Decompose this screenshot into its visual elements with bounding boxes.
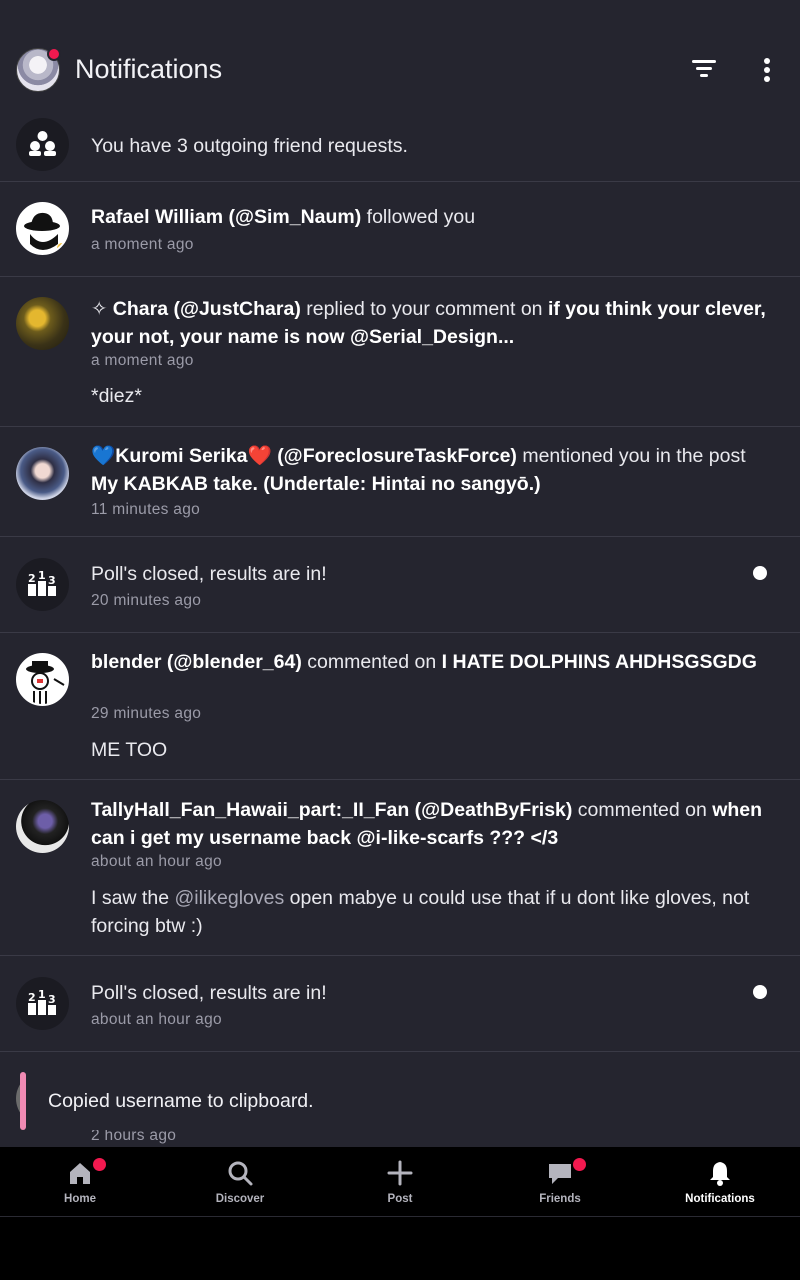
profile-notification-dot <box>47 47 61 61</box>
svg-text:2: 2 <box>28 991 36 1004</box>
svg-text:3: 3 <box>48 993 56 1006</box>
filter-icon[interactable] <box>690 56 718 80</box>
poll-icon: 2 1 3 <box>16 977 69 1030</box>
svg-text:3: 3 <box>48 574 56 587</box>
nav-post-label: Post <box>387 1193 413 1205</box>
user-avatar[interactable] <box>16 447 69 500</box>
notification-time: 20 minutes ago <box>91 592 202 609</box>
notification-text: TallyHall_Fan_Hawaii_part:_II_Fan (@Deat… <box>91 796 771 852</box>
notification-text: 💙Kuromi Serika❤️ (@ForeclosureTaskForce)… <box>91 442 771 498</box>
toast-accent-bar <box>20 1072 26 1130</box>
notification-time: a moment ago <box>91 352 194 369</box>
notification-item[interactable]: blender (@blender_64) commented on I HAT… <box>0 633 800 780</box>
user-avatar[interactable] <box>16 202 69 255</box>
notification-time: about an hour ago <box>91 1011 222 1028</box>
nav-discover-label: Discover <box>215 1193 265 1205</box>
nav-friends[interactable]: Friends <box>480 1147 640 1217</box>
notification-text: blender (@blender_64) commented on I HAT… <box>91 648 771 676</box>
page-title: Notifications <box>75 54 223 84</box>
toast-message: Copied username to clipboard. <box>48 1090 314 1112</box>
notification-item[interactable]: Rafael William (@Sim_Naum) followed you … <box>0 182 800 277</box>
svg-text:1: 1 <box>38 988 46 1001</box>
friend-requests-row[interactable]: You have 3 outgoing friend requests. <box>0 110 800 182</box>
profile-avatar[interactable] <box>16 47 61 92</box>
unread-indicator <box>753 985 767 999</box>
search-icon <box>228 1161 253 1186</box>
notification-user[interactable]: Rafael William (@Sim_Naum) <box>91 206 361 228</box>
body-text-start: I saw the <box>91 887 175 909</box>
notification-target[interactable]: My KABKAB take. (Undertale: Hintai no sa… <box>91 473 541 495</box>
notification-time: 29 minutes ago <box>91 705 202 722</box>
home-icon <box>70 1163 90 1184</box>
user-avatar[interactable] <box>16 653 69 706</box>
notification-time: about an hour ago <box>91 853 222 870</box>
notification-action: commented on <box>572 799 713 821</box>
bottom-navigation: Home Discover Post Friends Notifications <box>0 1147 800 1217</box>
notification-action: replied to your comment on <box>300 298 548 320</box>
chat-bubble-icon <box>549 1164 571 1184</box>
nav-home-label: Home <box>64 1193 96 1205</box>
system-bar-area <box>0 1217 800 1280</box>
notification-action: mentioned you in the post <box>516 445 746 467</box>
notification-item[interactable]: TallyHall_Fan_Hawaii_part:_II_Fan (@Deat… <box>0 780 800 956</box>
nav-discover[interactable]: Discover <box>160 1147 320 1217</box>
nav-post[interactable]: Post <box>320 1147 480 1217</box>
notification-text: Poll's closed, results are in! <box>91 982 327 1004</box>
notification-body: *diez* <box>91 385 142 407</box>
app-header: Notifications <box>0 30 800 110</box>
friends-notification-dot <box>573 1158 586 1171</box>
notification-body: ME TOO <box>91 739 168 761</box>
notification-user[interactable]: blender (@blender_64) <box>91 651 302 673</box>
svg-text:2: 2 <box>28 572 36 585</box>
nav-home[interactable]: Home <box>0 1147 160 1217</box>
poll-icon: 2 1 3 <box>16 558 69 611</box>
user-avatar[interactable] <box>16 800 69 853</box>
friend-requests-icon <box>16 118 69 171</box>
home-notification-dot <box>93 1158 106 1171</box>
sparkle-icon: ✧ <box>91 298 113 320</box>
unread-indicator <box>753 566 767 580</box>
notification-time: 11 minutes ago <box>91 501 201 518</box>
notification-user[interactable]: Chara (@JustChara) <box>113 298 301 320</box>
notification-text: Poll's closed, results are in! <box>91 563 327 585</box>
notification-item[interactable]: ✧ Chara (@JustChara) replied to your com… <box>0 277 800 427</box>
svg-text:1: 1 <box>38 569 46 582</box>
user-avatar[interactable] <box>16 297 69 350</box>
nav-friends-label: Friends <box>539 1193 581 1205</box>
notification-user[interactable]: 💙Kuromi Serika❤️ (@ForeclosureTaskForce) <box>91 445 517 467</box>
more-options-icon[interactable] <box>757 56 777 84</box>
plus-icon <box>387 1160 413 1186</box>
friend-requests-text: You have 3 outgoing friend requests. <box>91 135 408 157</box>
notification-text: ✧ Chara (@JustChara) replied to your com… <box>91 295 771 351</box>
notification-text: Rafael William (@Sim_Naum) followed you <box>91 203 771 231</box>
notification-item[interactable]: 2 1 3 Poll's closed, results are in! 20 … <box>0 537 800 633</box>
nav-notifications-label: Notifications <box>685 1193 755 1205</box>
notification-target[interactable]: I HATE DOLPHINS AHDHSGSGDG <box>442 651 757 673</box>
notification-action: commented on <box>301 651 442 673</box>
notification-body: I saw the @ilikegloves open mabye u coul… <box>91 884 771 940</box>
notification-user[interactable]: TallyHall_Fan_Hawaii_part:_II_Fan (@Deat… <box>91 799 572 821</box>
notification-action: followed you <box>361 206 476 228</box>
notification-item[interactable]: 💙Kuromi Serika❤️ (@ForeclosureTaskForce)… <box>0 427 800 537</box>
notification-time: a moment ago <box>91 236 194 253</box>
notifications-screen: Notifications You have 3 outgoing friend… <box>0 0 800 1280</box>
clipboard-toast: Copied username to clipboard. <box>20 1072 780 1130</box>
notification-item[interactable]: 2 1 3 Poll's closed, results are in! abo… <box>0 956 800 1052</box>
nav-notifications[interactable]: Notifications <box>640 1147 800 1217</box>
bell-icon <box>710 1162 730 1186</box>
user-mention-link[interactable]: @ilikegloves <box>174 887 284 909</box>
